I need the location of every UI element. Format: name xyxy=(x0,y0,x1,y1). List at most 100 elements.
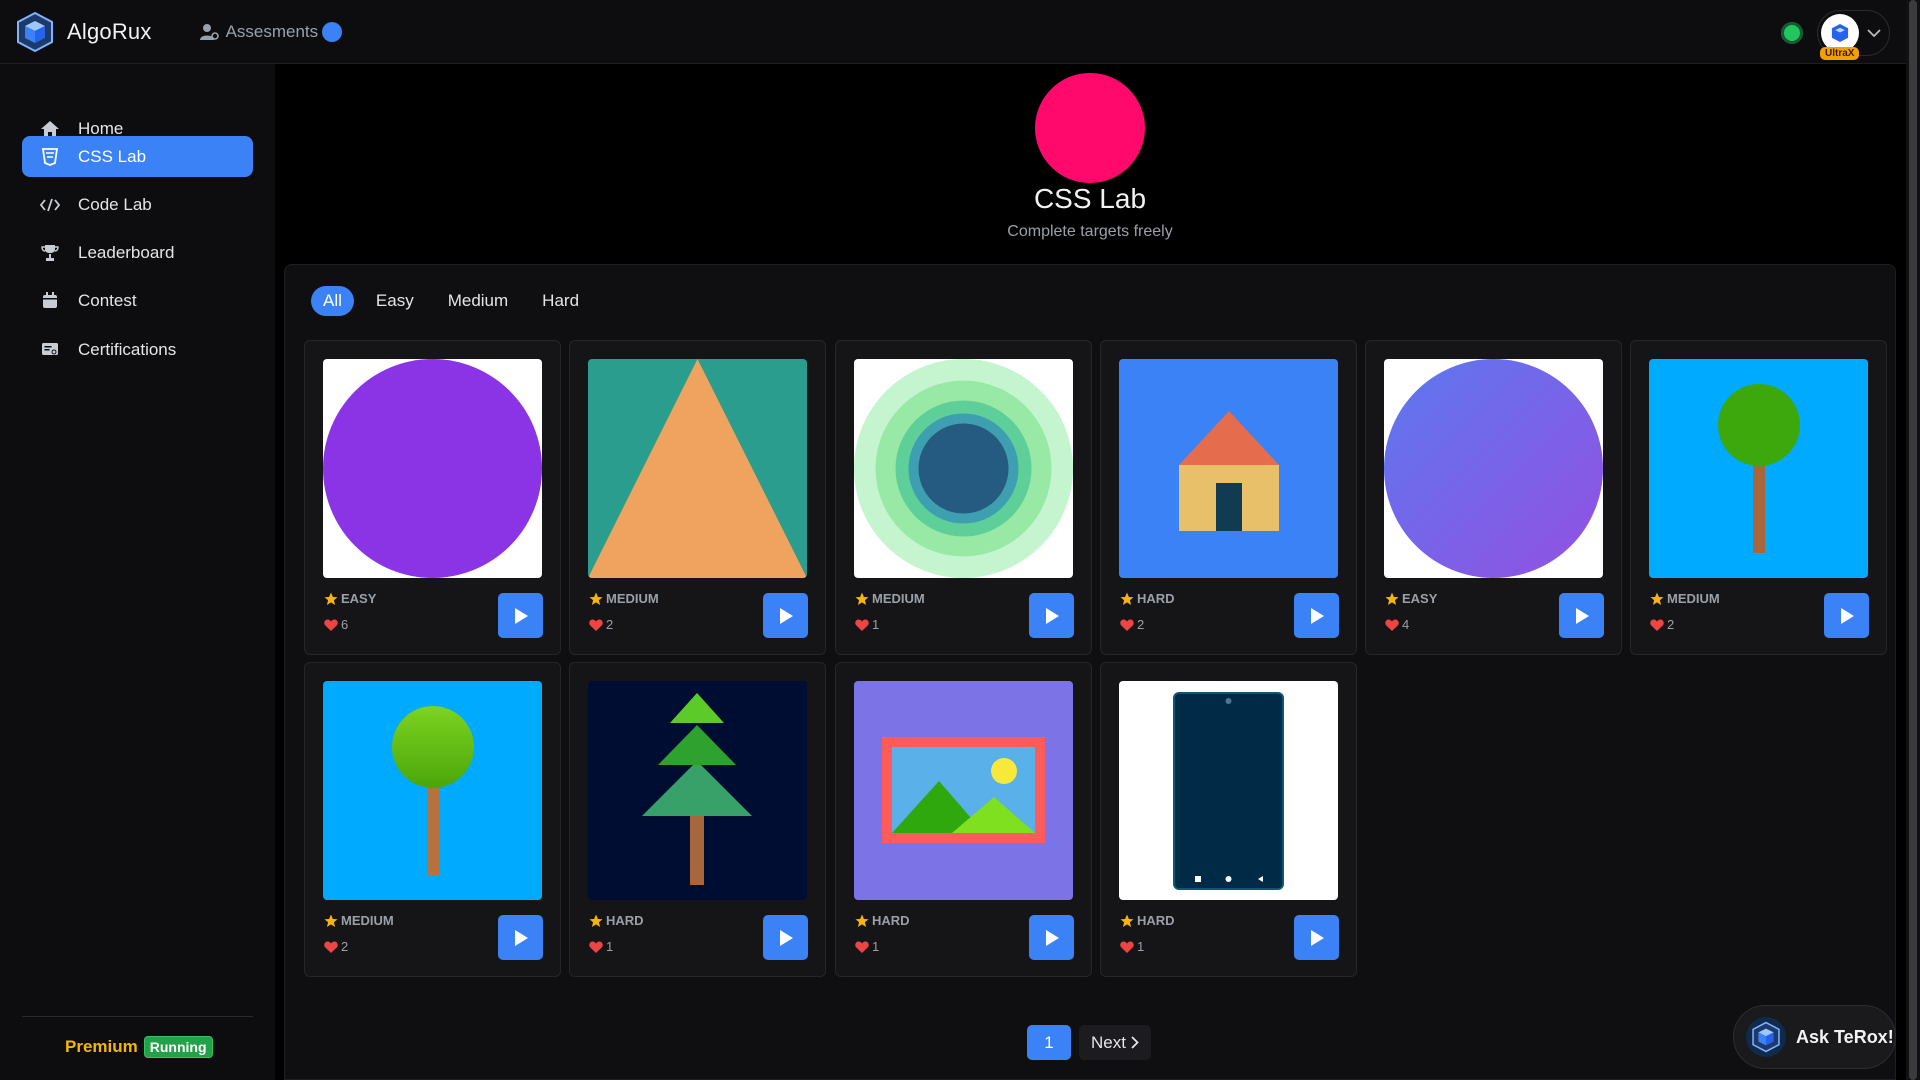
heart-icon xyxy=(855,619,869,631)
challenge-thumbnail[interactable] xyxy=(1649,359,1868,578)
sidebar-item-label: Certifications xyxy=(78,339,177,359)
difficulty-label: MEDIUM xyxy=(589,591,659,606)
difficulty-label: EASY xyxy=(1385,591,1437,606)
chevron-down-icon xyxy=(1867,28,1881,37)
sidebar-item-contest[interactable]: Contest xyxy=(22,280,253,321)
sidebar-item-certifications[interactable]: Certifications xyxy=(22,329,253,370)
filter-all[interactable]: All xyxy=(311,286,354,316)
challenge-card[interactable]: MEDIUM 2 xyxy=(1630,340,1887,655)
play-button[interactable] xyxy=(498,593,543,638)
heart-icon xyxy=(589,941,603,953)
filter-medium[interactable]: Medium xyxy=(436,286,520,316)
challenge-thumbnail[interactable] xyxy=(1119,359,1338,578)
sidebar-item-label: Contest xyxy=(78,290,137,310)
profile-menu[interactable]: UltraX xyxy=(1817,10,1890,60)
likes-count: 1 xyxy=(855,939,879,954)
filter-hard[interactable]: Hard xyxy=(530,286,591,316)
css-icon xyxy=(40,147,60,167)
challenge-card[interactable]: HARD 1 xyxy=(835,662,1092,977)
play-icon xyxy=(1310,929,1324,946)
challenge-card[interactable]: EASY 6 xyxy=(304,340,561,655)
difficulty-label: HARD xyxy=(855,913,910,928)
challenge-thumbnail[interactable] xyxy=(854,359,1073,578)
challenge-thumbnail[interactable] xyxy=(323,359,542,578)
challenge-card[interactable]: MEDIUM 2 xyxy=(569,340,826,655)
challenge-card[interactable]: MEDIUM 1 xyxy=(835,340,1092,655)
status-badge: Running xyxy=(143,1036,213,1058)
difficulty-text: HARD xyxy=(1137,913,1175,928)
filter-easy[interactable]: Easy xyxy=(364,286,426,316)
challenge-card[interactable]: EASY 4 xyxy=(1365,340,1622,655)
play-button[interactable] xyxy=(1824,593,1869,638)
sidebar-item-leaderboard[interactable]: Leaderboard xyxy=(22,232,253,273)
play-button[interactable] xyxy=(1294,915,1339,960)
sidebar-divider xyxy=(22,1016,253,1017)
challenge-thumbnail[interactable] xyxy=(1119,681,1338,900)
scrollbar-thumb[interactable] xyxy=(1909,0,1917,1080)
challenge-thumbnail[interactable] xyxy=(1384,359,1603,578)
likes-text: 1 xyxy=(872,617,880,632)
play-button[interactable] xyxy=(498,915,543,960)
calendar-icon xyxy=(40,291,60,311)
heart-icon xyxy=(589,619,603,631)
sidebar: Home CSS Lab Code Lab Leaderboard Contes… xyxy=(0,64,275,1080)
brand-name: AlgoRux xyxy=(67,18,152,44)
heart-icon xyxy=(324,941,338,953)
challenge-thumbnail[interactable] xyxy=(854,681,1073,900)
difficulty-label: MEDIUM xyxy=(855,591,925,606)
cube-logo-icon xyxy=(17,11,53,52)
next-page-button[interactable]: Next xyxy=(1079,1025,1151,1060)
play-button[interactable] xyxy=(1559,593,1604,638)
brand-logo[interactable]: AlgoRux xyxy=(14,11,152,53)
play-button[interactable] xyxy=(1029,593,1074,638)
heart-icon xyxy=(324,619,338,631)
heart-icon xyxy=(1120,941,1134,953)
challenge-thumbnail[interactable] xyxy=(588,359,807,578)
likes-text: 2 xyxy=(1137,617,1145,632)
difficulty-text: EASY xyxy=(341,591,377,606)
difficulty-text: MEDIUM xyxy=(606,591,659,606)
play-button[interactable] xyxy=(1294,593,1339,638)
challenge-thumbnail[interactable] xyxy=(323,681,542,900)
play-button[interactable] xyxy=(763,593,808,638)
star-icon xyxy=(1650,592,1664,605)
sidebar-item-code-lab[interactable]: Code Lab xyxy=(22,184,253,225)
challenge-thumbnail[interactable] xyxy=(588,681,807,900)
top-bar: AlgoRux Assesments UltraX xyxy=(0,0,1920,64)
play-icon xyxy=(1045,929,1059,946)
difficulty-text: HARD xyxy=(606,913,644,928)
trophy-icon xyxy=(40,243,60,263)
sidebar-item-css-lab[interactable]: CSS Lab xyxy=(22,136,253,177)
premium-status: Premium Running xyxy=(65,1036,213,1058)
likes-text: 4 xyxy=(1402,617,1410,632)
premium-label: Premium xyxy=(65,1037,138,1056)
play-icon xyxy=(1310,607,1324,624)
challenge-card[interactable]: HARD 1 xyxy=(1100,662,1357,977)
difficulty-label: MEDIUM xyxy=(1650,591,1720,606)
play-icon xyxy=(1575,607,1589,624)
chevron-right-icon xyxy=(1131,1036,1139,1049)
ask-assistant-label: Ask TeRox! xyxy=(1796,1026,1894,1047)
scrollbar[interactable] xyxy=(1906,0,1920,1080)
play-button[interactable] xyxy=(763,915,808,960)
difficulty-label: EASY xyxy=(324,591,376,606)
play-button[interactable] xyxy=(1029,915,1074,960)
heart-icon xyxy=(1650,619,1664,631)
assessments-link[interactable]: Assesments xyxy=(199,21,343,42)
likes-text: 1 xyxy=(1137,939,1145,954)
plan-badge: UltraX xyxy=(1820,47,1860,60)
page-1-button[interactable]: 1 xyxy=(1027,1025,1071,1060)
certificate-icon xyxy=(40,340,60,360)
ask-assistant-button[interactable]: Ask TeRox! xyxy=(1733,1005,1896,1069)
star-icon xyxy=(1120,914,1134,927)
difficulty-text: HARD xyxy=(1137,591,1175,606)
page-title: CSS Lab xyxy=(1033,183,1147,214)
challenge-card[interactable]: HARD 2 xyxy=(1100,340,1357,655)
play-icon xyxy=(1045,607,1059,624)
star-icon xyxy=(855,592,869,605)
likes-text: 2 xyxy=(1667,617,1675,632)
difficulty-text: MEDIUM xyxy=(341,913,394,928)
challenge-card[interactable]: MEDIUM 2 xyxy=(304,662,561,977)
challenge-card[interactable]: HARD 1 xyxy=(569,662,826,977)
assessments-indicator xyxy=(322,21,343,42)
